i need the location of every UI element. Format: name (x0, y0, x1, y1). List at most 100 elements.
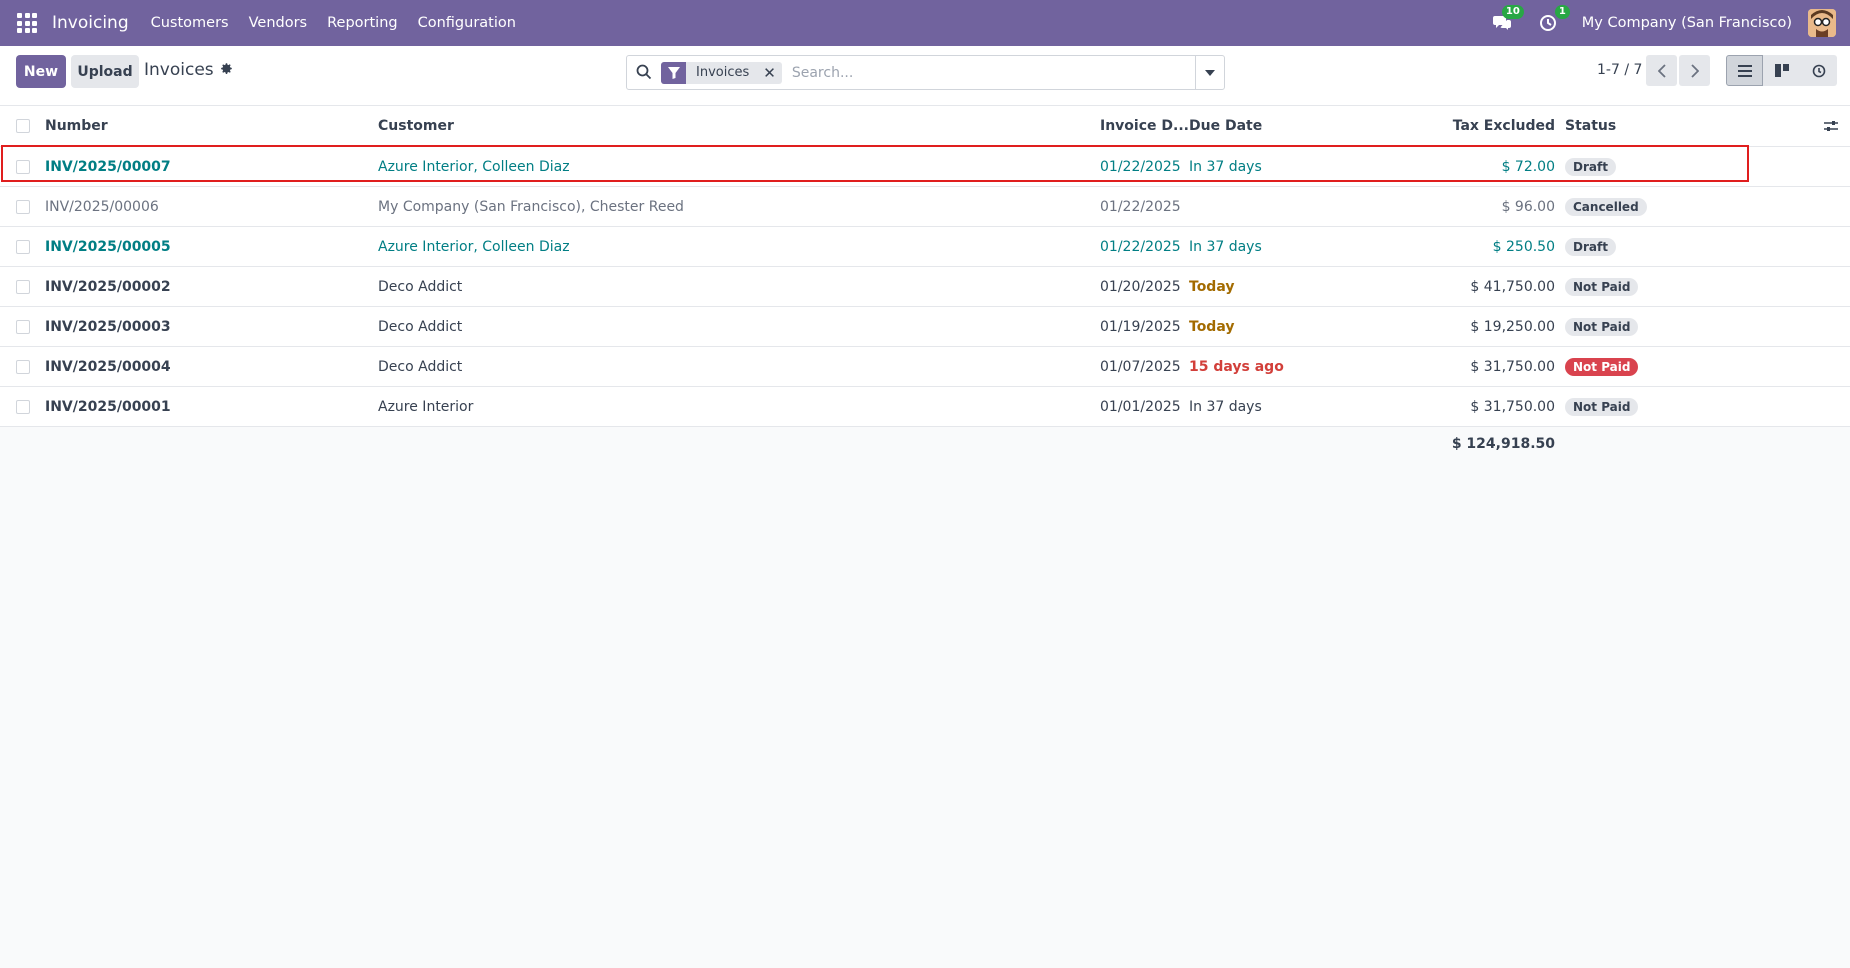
control-panel: New Upload Invoices Invoices ✕ 1-7 / 7 (0, 46, 1850, 106)
invoice-customer[interactable]: Deco Addict (378, 267, 462, 306)
status-badge: Not Paid (1565, 357, 1639, 376)
invoice-date: 01/22/2025 (1100, 238, 1181, 255)
table-row[interactable]: INV/2025/00005 Azure Interior, Colleen D… (0, 227, 1850, 267)
activities-button[interactable]: 1 (1536, 5, 1570, 35)
chevron-left-icon (1657, 63, 1666, 78)
upload-button[interactable]: Upload (71, 55, 139, 88)
search-bar: Invoices ✕ (626, 55, 1225, 90)
status-badge: Not Paid (1565, 397, 1639, 416)
top-navbar: Invoicing Customers Vendors Reporting Co… (0, 0, 1850, 46)
row-checkbox[interactable] (16, 227, 30, 266)
pager-next-button[interactable] (1679, 55, 1710, 86)
invoice-tax-excluded: $ 250.50 (1492, 238, 1555, 255)
status-badge: Not Paid (1565, 277, 1639, 296)
row-checkbox[interactable] (16, 347, 30, 386)
column-due-date[interactable]: Due Date (1189, 106, 1262, 146)
invoice-tax-excluded: $ 31,750.00 (1470, 398, 1555, 415)
activity-view-button[interactable] (1800, 55, 1837, 86)
invoice-number[interactable]: INV/2025/00005 (45, 227, 171, 266)
invoice-list: Number Customer Invoice D... Due Date Ta… (0, 106, 1850, 427)
invoice-date: 01/01/2025 (1100, 398, 1181, 415)
pager-previous-button[interactable] (1646, 55, 1677, 86)
messages-count-badge: 10 (1501, 5, 1524, 19)
invoice-customer[interactable]: Deco Addict (378, 347, 462, 386)
invoice-date: 01/20/2025 (1100, 278, 1181, 295)
invoice-due: In 37 days (1189, 238, 1262, 255)
menu-vendors[interactable]: Vendors (249, 15, 308, 31)
menu-reporting[interactable]: Reporting (327, 15, 398, 31)
row-checkbox[interactable] (16, 307, 30, 346)
kanban-view-button[interactable] (1763, 55, 1800, 86)
invoice-customer[interactable]: Deco Addict (378, 307, 462, 346)
invoice-due: 15 days ago (1189, 358, 1284, 375)
status-badge: Draft (1565, 157, 1616, 176)
invoice-date: 01/07/2025 (1100, 358, 1181, 375)
activities-count-badge: 1 (1554, 5, 1570, 19)
status-badge: Draft (1565, 237, 1616, 256)
invoice-due: Today (1189, 318, 1235, 335)
optional-columns-icon[interactable] (1824, 106, 1838, 146)
apps-menu-icon[interactable] (16, 12, 38, 34)
invoice-tax-excluded: $ 19,250.00 (1470, 318, 1555, 335)
pager-value[interactable]: 1-7 / 7 (1597, 62, 1642, 78)
invoice-customer[interactable]: My Company (San Francisco), Chester Reed (378, 187, 684, 226)
clock-icon (1539, 15, 1556, 31)
list-view-button[interactable] (1726, 55, 1763, 86)
table-row[interactable]: INV/2025/00004 Deco Addict 01/07/2025 15… (0, 347, 1850, 387)
chevron-right-icon (1690, 63, 1699, 78)
avatar-image (1808, 9, 1836, 37)
invoice-customer[interactable]: Azure Interior, Colleen Diaz (378, 227, 570, 266)
invoice-due: In 37 days (1189, 398, 1262, 415)
clock-icon (1812, 64, 1825, 77)
invoice-number[interactable]: INV/2025/00003 (45, 307, 171, 346)
table-row[interactable]: INV/2025/00001 Azure Interior 01/01/2025… (0, 387, 1850, 427)
invoice-tax-excluded: $ 41,750.00 (1470, 278, 1555, 295)
invoice-customer[interactable]: Azure Interior, Colleen Diaz (378, 147, 570, 186)
invoice-date: 01/19/2025 (1100, 318, 1181, 335)
column-tax-excluded[interactable]: Tax Excluded (1453, 106, 1555, 146)
invoice-due: In 37 days (1189, 158, 1262, 175)
page-title: Invoices (144, 60, 214, 80)
invoice-number[interactable]: INV/2025/00001 (45, 387, 171, 426)
menu-configuration[interactable]: Configuration (418, 15, 516, 31)
search-facet: Invoices ✕ (661, 61, 782, 84)
invoice-number[interactable]: INV/2025/00007 (45, 147, 171, 186)
new-button[interactable]: New (16, 55, 66, 88)
facet-label: Invoices (696, 65, 750, 80)
search-input[interactable] (789, 63, 1195, 82)
app-name[interactable]: Invoicing (52, 13, 129, 33)
column-number[interactable]: Number (45, 106, 108, 146)
company-switcher[interactable]: My Company (San Francisco) (1582, 15, 1792, 31)
table-row[interactable]: INV/2025/00006 My Company (San Francisco… (0, 187, 1850, 227)
menu-customers[interactable]: Customers (151, 15, 229, 31)
facet-remove-icon[interactable]: ✕ (759, 64, 782, 82)
column-status[interactable]: Status (1565, 106, 1616, 146)
column-customer[interactable]: Customer (378, 106, 454, 146)
invoice-tax-excluded: $ 96.00 (1501, 198, 1555, 215)
column-invoice-date[interactable]: Invoice D... (1100, 106, 1189, 146)
row-checkbox[interactable] (16, 147, 30, 186)
table-row[interactable]: INV/2025/00007 Azure Interior, Colleen D… (0, 147, 1850, 187)
status-badge: Cancelled (1565, 197, 1647, 216)
table-row[interactable]: INV/2025/00002 Deco Addict 01/20/2025 To… (0, 267, 1850, 307)
kanban-icon (1774, 64, 1789, 77)
invoice-due: Today (1189, 278, 1235, 295)
invoice-number[interactable]: INV/2025/00004 (45, 347, 171, 386)
invoice-date: 01/22/2025 (1100, 198, 1181, 215)
gear-icon[interactable] (220, 62, 233, 79)
invoice-number[interactable]: INV/2025/00006 (45, 187, 159, 226)
invoice-number[interactable]: INV/2025/00002 (45, 267, 171, 306)
status-badge: Not Paid (1565, 317, 1639, 336)
row-checkbox[interactable] (16, 387, 30, 426)
table-row[interactable]: INV/2025/00003 Deco Addict 01/19/2025 To… (0, 307, 1850, 347)
user-avatar[interactable] (1808, 9, 1836, 37)
messages-button[interactable]: 10 (1490, 5, 1524, 35)
tax-excluded-total: $ 124,918.50 (1451, 436, 1555, 452)
row-checkbox[interactable] (16, 267, 30, 306)
list-icon (1737, 64, 1752, 77)
row-checkbox[interactable] (16, 187, 30, 226)
search-options-toggle[interactable] (1195, 56, 1224, 89)
select-all-checkbox[interactable] (16, 106, 30, 146)
search-icon (636, 64, 654, 82)
invoice-customer[interactable]: Azure Interior (378, 387, 473, 426)
